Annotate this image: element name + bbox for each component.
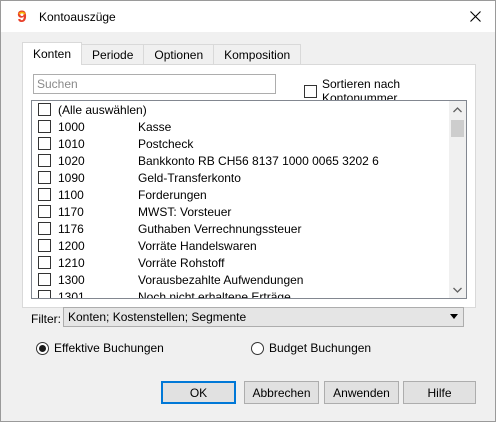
- list-item[interactable]: 1100 Forderungen: [32, 186, 451, 203]
- list-item[interactable]: 1020 Bankkonto RB CH56 8137 1000 0065 320…: [32, 152, 451, 169]
- window-title: Kontoauszüge: [39, 10, 116, 24]
- tab-label: Periode: [92, 48, 134, 62]
- chevron-up-icon: [453, 106, 462, 112]
- checkbox-box[interactable]: [38, 171, 51, 184]
- account-number: 1176: [58, 221, 84, 236]
- account-number: 1020: [58, 153, 85, 168]
- account-description: Bankkonto RB CH56 8137 1000 0065 3202 6: [138, 153, 379, 168]
- account-description: MWST: Vorsteuer: [138, 204, 232, 219]
- close-icon: [469, 10, 481, 22]
- dropdown-arrow-icon: [450, 314, 458, 319]
- account-number: 1300: [58, 272, 85, 287]
- checkbox-box[interactable]: [38, 103, 51, 116]
- help-button-label: Hilfe: [427, 385, 452, 400]
- list-item[interactable]: 1010 Postcheck: [32, 135, 451, 152]
- tab-panel-konten: Sortieren nach Kontonummer (Alle auswähl…: [22, 64, 476, 308]
- scroll-down-button[interactable]: [449, 281, 466, 298]
- checkbox-box[interactable]: [38, 290, 51, 298]
- tab-komposition[interactable]: Komposition: [213, 44, 302, 65]
- chevron-down-icon: [453, 287, 462, 293]
- select-all-item[interactable]: (Alle auswählen): [32, 101, 451, 118]
- help-button[interactable]: Hilfe: [403, 381, 476, 404]
- tab-periode[interactable]: Periode: [81, 44, 145, 65]
- account-number: 1200: [58, 238, 85, 253]
- svg-text:9: 9: [17, 7, 26, 25]
- list-item[interactable]: 1176 Guthaben Verrechnungssteuer: [32, 220, 451, 237]
- radio-selected-dot: [39, 344, 46, 352]
- account-description: Noch nicht erhaltene Erträge: [138, 289, 291, 299]
- list-item[interactable]: 1210 Vorräte Rohstoff: [32, 254, 451, 271]
- account-list-items: (Alle auswählen) 1000 Kasse 1010 Postcheck 10…: [32, 101, 451, 298]
- account-number: 1301: [58, 289, 85, 299]
- radio-circle[interactable]: [251, 341, 264, 355]
- list-item[interactable]: 1301 Noch nicht erhaltene Erträge: [32, 288, 451, 298]
- filter-value: Konten; Kostenstellen; Segmente: [68, 310, 247, 324]
- checkbox-box[interactable]: [38, 137, 51, 150]
- cancel-button[interactable]: Abbrechen: [244, 381, 319, 404]
- list-item[interactable]: 1090 Geld-Transferkonto: [32, 169, 451, 186]
- list-item[interactable]: 1170 MWST: Vorsteuer: [32, 203, 451, 220]
- search-input[interactable]: [33, 74, 276, 94]
- radio-circle[interactable]: [36, 341, 49, 355]
- checkbox-box[interactable]: [38, 188, 51, 201]
- list-item[interactable]: 1300 Vorausbezahlte Aufwendungen: [32, 271, 451, 288]
- tab-strip: Konten Periode Optionen Komposition: [22, 42, 302, 65]
- account-description: Guthaben Verrechnungssteuer: [138, 221, 302, 236]
- effective-bookings-label: Effektive Buchungen: [54, 341, 164, 355]
- account-description: Geld-Transferkonto: [138, 170, 241, 185]
- close-button[interactable]: [463, 5, 487, 27]
- dialog-window: 9 Kontoauszüge Konten Periode Optionen K…: [0, 0, 496, 422]
- select-all-label: (Alle auswählen): [58, 102, 147, 117]
- scroll-thumb[interactable]: [451, 120, 464, 137]
- tab-konten[interactable]: Konten: [22, 42, 83, 65]
- account-number: 1010: [58, 136, 85, 151]
- list-scrollbar[interactable]: [449, 101, 466, 298]
- effective-bookings-radio[interactable]: Effektive Buchungen: [36, 341, 164, 355]
- tab-label: Konten: [33, 47, 72, 61]
- account-description: Postcheck: [138, 136, 194, 151]
- account-description: Vorausbezahlte Aufwendungen: [138, 272, 304, 287]
- list-item[interactable]: 1200 Vorräte Handelswaren: [32, 237, 451, 254]
- account-number: 1000: [58, 119, 85, 134]
- banana-9-icon: 9: [13, 7, 31, 25]
- list-item[interactable]: 1000 Kasse: [32, 118, 451, 135]
- checkbox-box[interactable]: [38, 256, 51, 269]
- tab-label: Optionen: [154, 48, 204, 62]
- checkbox-box[interactable]: [304, 84, 317, 98]
- ok-button[interactable]: OK: [161, 381, 236, 404]
- cancel-button-label: Abbrechen: [252, 385, 311, 400]
- ok-button-label: OK: [189, 385, 208, 400]
- account-number: 1090: [58, 170, 85, 185]
- checkbox-box[interactable]: [38, 273, 51, 286]
- account-description: Vorräte Handelswaren: [138, 238, 257, 253]
- apply-button[interactable]: Anwenden: [324, 381, 399, 404]
- account-list[interactable]: (Alle auswählen) 1000 Kasse 1010 Postcheck 10…: [31, 100, 467, 299]
- checkbox-box[interactable]: [38, 154, 51, 167]
- account-number: 1210: [58, 255, 85, 270]
- account-description: Vorräte Rohstoff: [138, 255, 225, 270]
- tab-optionen[interactable]: Optionen: [143, 44, 215, 65]
- apply-button-label: Anwenden: [333, 385, 390, 400]
- checkbox-box[interactable]: [38, 239, 51, 252]
- account-description: Forderungen: [138, 187, 207, 202]
- checkbox-box[interactable]: [38, 222, 51, 235]
- filter-dropdown[interactable]: Konten; Kostenstellen; Segmente: [63, 307, 464, 327]
- account-number: 1170: [58, 204, 84, 219]
- filter-label: Filter:: [31, 312, 61, 326]
- account-description: Kasse: [138, 119, 172, 134]
- title-bar[interactable]: 9 Kontoauszüge: [1, 1, 495, 32]
- account-number: 1100: [58, 187, 84, 202]
- checkbox-box[interactable]: [38, 205, 51, 218]
- tab-label: Komposition: [224, 48, 291, 62]
- budget-bookings-label: Budget Buchungen: [269, 341, 372, 355]
- scroll-up-button[interactable]: [449, 101, 466, 118]
- budget-bookings-radio[interactable]: Budget Buchungen: [251, 341, 371, 355]
- checkbox-box[interactable]: [38, 120, 51, 133]
